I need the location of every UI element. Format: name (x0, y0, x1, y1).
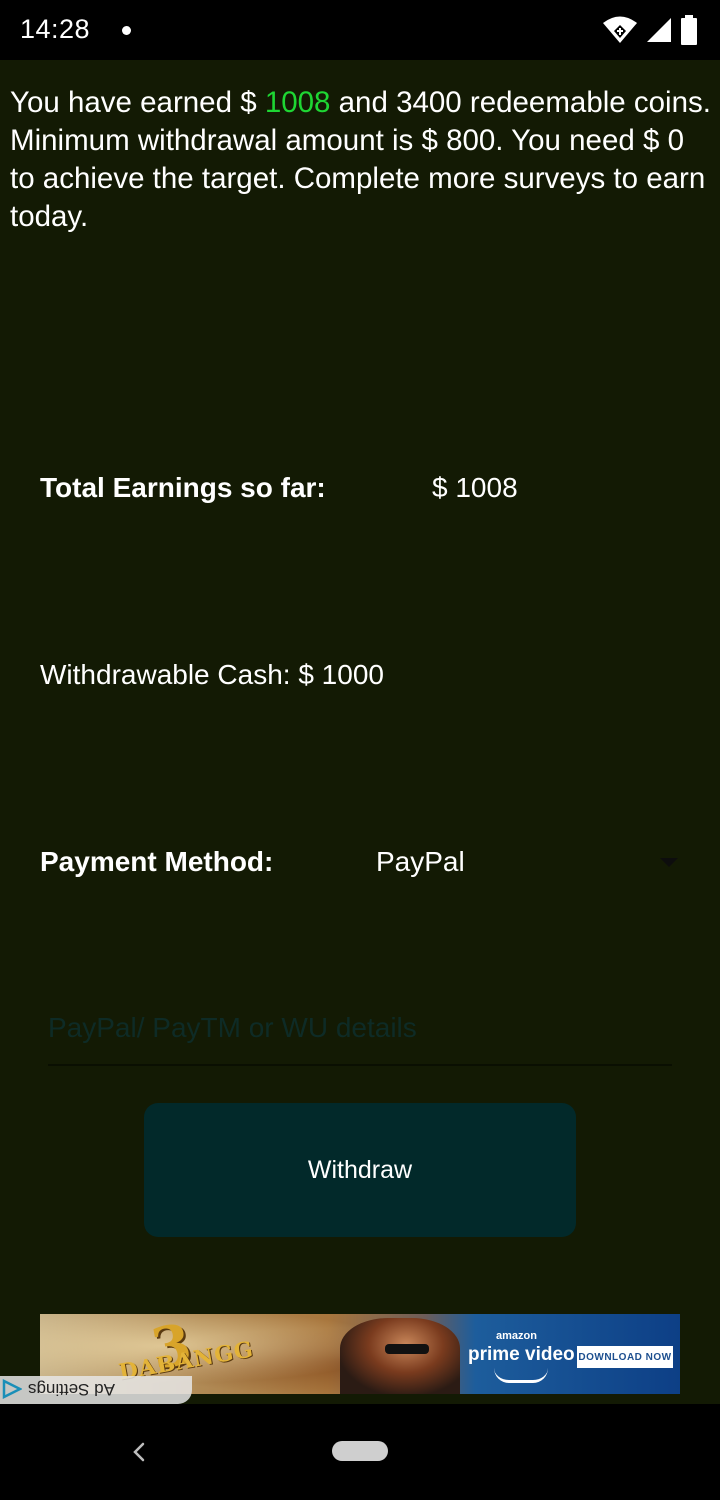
withdrawable-cash-text: Withdrawable Cash: $ 1000 (40, 659, 384, 690)
ad-info-icon (2, 1379, 22, 1399)
ad-sunglasses (385, 1344, 429, 1354)
payment-details-input[interactable] (48, 992, 672, 1066)
withdraw-button[interactable]: Withdraw (144, 1103, 576, 1237)
intro-prefix: You have earned $ (10, 86, 265, 119)
payment-method-selected: PayPal (376, 846, 465, 877)
home-pill-button[interactable] (332, 1441, 388, 1461)
payment-method-label: Payment Method: (40, 846, 274, 877)
ad-settings-label: Ad Settings (28, 1380, 115, 1399)
earnings-summary-text: You have earned $ 1008 and 3400 redeemab… (10, 84, 715, 236)
status-icons (602, 14, 698, 46)
ad-actor-image (340, 1318, 460, 1394)
wifi-data-saver-icon (602, 16, 638, 44)
earned-amount: 1008 (264, 86, 331, 119)
status-time: 14:28 (20, 14, 91, 44)
ad-brand-main: prime video (468, 1344, 575, 1365)
battery-icon (680, 15, 698, 45)
cellular-signal-icon (646, 17, 672, 43)
chevron-down-icon (660, 858, 678, 867)
ad-download-button[interactable]: DOWNLOAD NOW (577, 1346, 673, 1368)
total-earnings-value: $ 1008 (432, 472, 518, 503)
status-bar: 14:28 (0, 0, 720, 60)
total-earnings-label: Total Earnings so far: (40, 472, 326, 503)
back-icon[interactable] (124, 1434, 154, 1470)
ad-settings-button[interactable]: Ad Settings (0, 1376, 192, 1404)
amazon-smile-icon (494, 1368, 548, 1383)
ad-brand-top: amazon (496, 1330, 537, 1342)
payment-method-dropdown[interactable]: PayPal (360, 832, 690, 892)
notification-dot-icon (122, 26, 131, 35)
